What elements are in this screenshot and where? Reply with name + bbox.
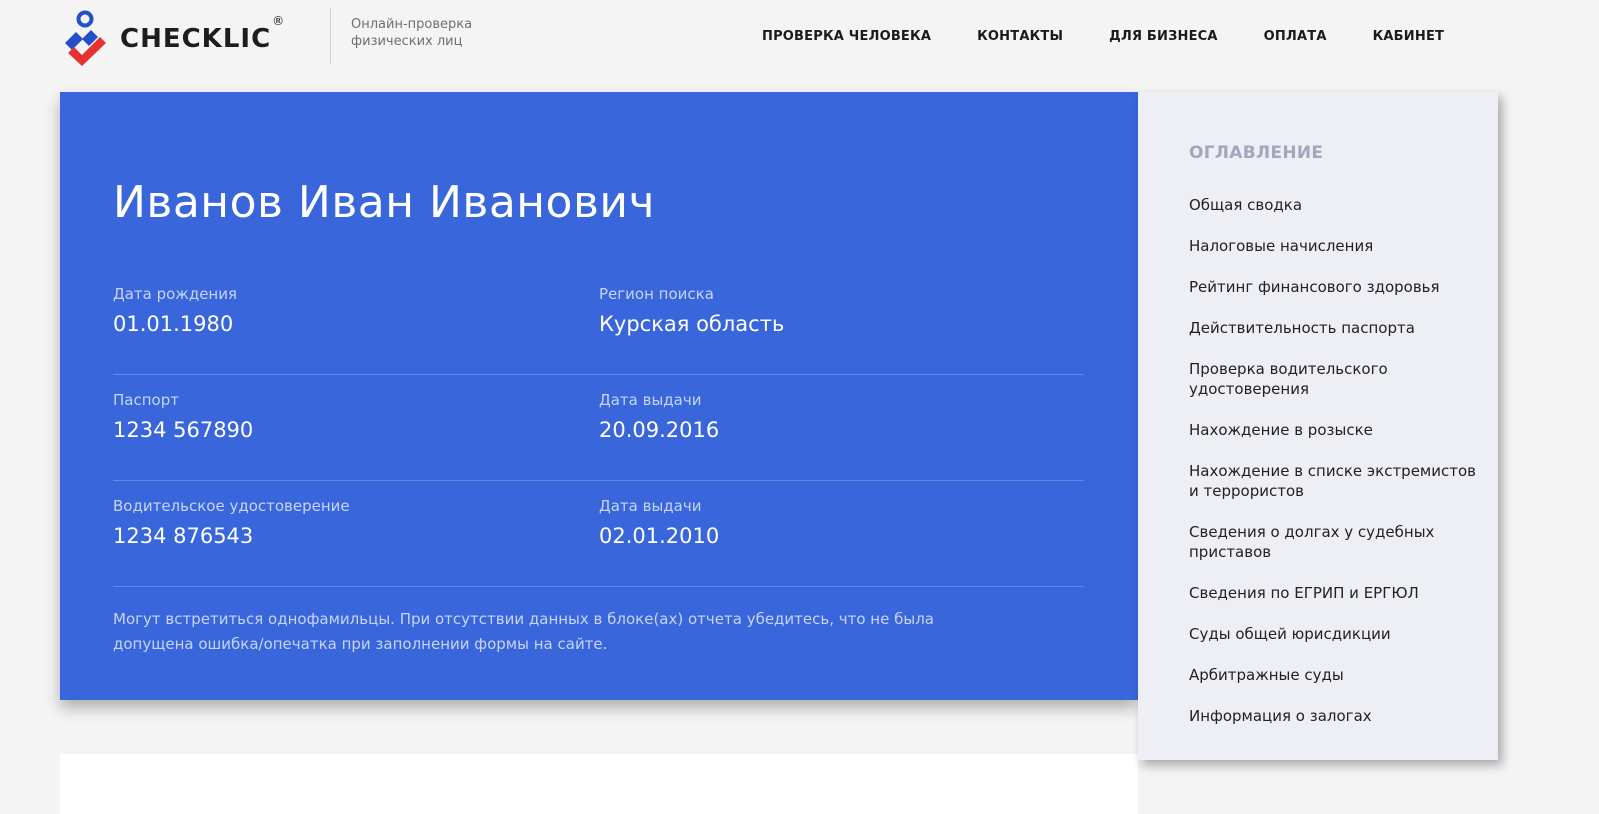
disclaimer-text: Могут встретиться однофамильцы. При отсу… xyxy=(113,610,934,653)
brand-name: CHECKLIC xyxy=(120,24,272,54)
person-name: Иванов Иван Иванович xyxy=(113,177,655,229)
toc-item-extremist-list[interactable]: Нахождение в списке экстремистов и терро… xyxy=(1189,461,1479,501)
field-value: 02.01.2010 xyxy=(599,524,720,548)
field-label: Водительское удостоверение xyxy=(113,497,350,515)
info-row: Дата рождения 01.01.1980 Регион поиска К… xyxy=(113,268,1084,375)
passport-issue-date-field: Дата выдачи 20.09.2016 xyxy=(599,390,719,443)
toc-item-passport-validity[interactable]: Действительность паспорта xyxy=(1189,318,1479,338)
toc-item-tax-charges[interactable]: Налоговые начисления xyxy=(1189,236,1479,256)
toc-item-wanted-list[interactable]: Нахождение в розыске xyxy=(1189,420,1479,440)
nav-business[interactable]: ДЛЯ БИЗНЕСА xyxy=(1109,29,1218,44)
content-panel xyxy=(60,754,1138,814)
search-region-field: Регион поиска Курская область xyxy=(599,284,784,337)
toc-item-summary[interactable]: Общая сводка xyxy=(1189,195,1479,215)
toc-item-arbitration-courts[interactable]: Арбитражные суды xyxy=(1189,665,1479,685)
field-label: Дата выдачи xyxy=(599,391,702,409)
toc-list: Общая сводка Налоговые начисления Рейтин… xyxy=(1189,195,1479,726)
registered-mark: ® xyxy=(272,14,286,28)
nav-check-person[interactable]: ПРОВЕРКА ЧЕЛОВЕКА xyxy=(762,29,931,44)
logo-wordmark: CHECKLIC ® xyxy=(120,14,284,54)
field-value: 1234 567890 xyxy=(113,418,254,442)
toc-item-general-courts[interactable]: Суды общей юрисдикции xyxy=(1189,624,1479,644)
info-row: Водительское удостоверение 1234 876543 Д… xyxy=(113,480,1084,587)
passport-field: Паспорт 1234 567890 xyxy=(113,390,253,443)
main-nav: ПРОВЕРКА ЧЕЛОВЕКА КОНТАКТЫ ДЛЯ БИЗНЕСА О… xyxy=(762,29,1444,44)
field-value: 20.09.2016 xyxy=(599,418,720,442)
field-value: Курская область xyxy=(599,312,785,336)
field-value: 01.01.1980 xyxy=(113,312,234,336)
site-header: CHECKLIC ® Онлайн-проверка физических лиц… xyxy=(0,0,1599,82)
field-label: Дата выдачи xyxy=(599,497,702,515)
field-label: Паспорт xyxy=(113,391,179,409)
field-label: Регион поиска xyxy=(599,285,714,303)
license-issue-date-field: Дата выдачи 02.01.2010 xyxy=(599,496,719,549)
toc-item-financial-rating[interactable]: Рейтинг финансового здоровья xyxy=(1189,277,1479,297)
toc-item-egrip-egrul[interactable]: Сведения по ЕГРИП и ЕРГЮЛ xyxy=(1189,583,1479,603)
tagline: Онлайн-проверка физических лиц xyxy=(351,17,473,49)
toc-item-driver-license-check[interactable]: Проверка водительского удостоверения xyxy=(1189,359,1479,399)
toc-item-bailiff-debts[interactable]: Сведения о долгах у судебных приставов xyxy=(1189,522,1479,562)
header-divider xyxy=(330,8,331,64)
toc-title: ОГЛАВЛЕНИЕ xyxy=(1189,143,1324,163)
birth-date-field: Дата рождения 01.01.1980 xyxy=(113,284,237,337)
nav-payment[interactable]: ОПЛАТА xyxy=(1264,29,1327,44)
checklic-logo-icon xyxy=(65,10,106,66)
toc-item-pledges[interactable]: Информация о залогах xyxy=(1189,706,1479,726)
logo[interactable]: CHECKLIC ® xyxy=(62,9,284,67)
field-label: Дата рождения xyxy=(113,285,237,303)
nav-contacts[interactable]: КОНТАКТЫ xyxy=(977,29,1063,44)
table-of-contents: ОГЛАВЛЕНИЕ Общая сводка Налоговые начисл… xyxy=(1138,92,1498,760)
field-value: 1234 876543 xyxy=(113,524,254,548)
info-row: Паспорт 1234 567890 Дата выдачи 20.09.20… xyxy=(113,374,1084,481)
driver-license-field: Водительское удостоверение 1234 876543 xyxy=(113,496,350,549)
profile-card: Иванов Иван Иванович Дата рождения 01.01… xyxy=(60,92,1138,700)
nav-cabinet[interactable]: КАБИНЕТ xyxy=(1373,29,1445,44)
